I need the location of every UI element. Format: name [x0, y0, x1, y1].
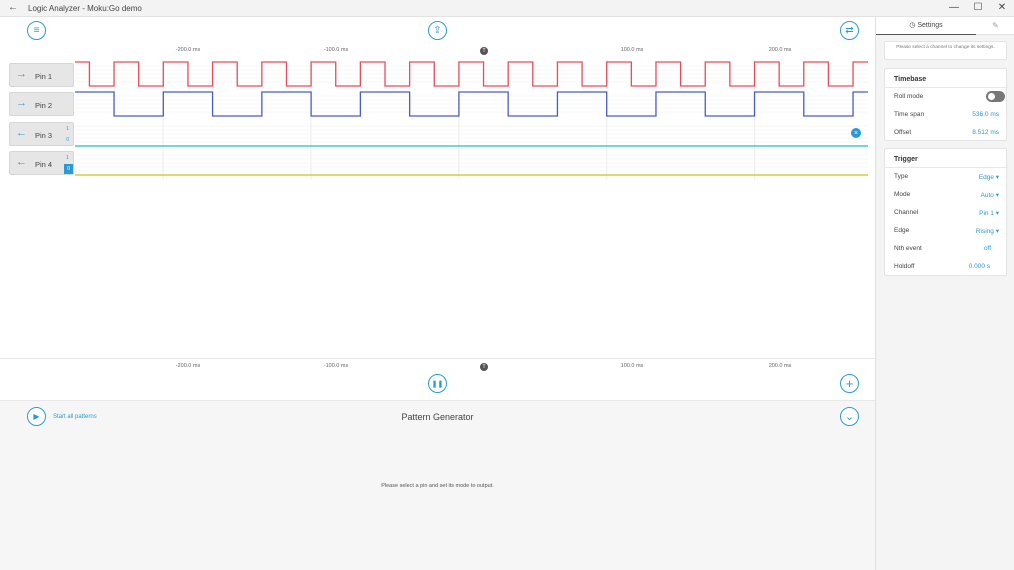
- holdoff-value[interactable]: 0.000 s: [969, 263, 990, 270]
- settings-sidebar: ◷ Settings ✎ Please select a channel to …: [875, 17, 1014, 570]
- mode-dropdown[interactable]: Auto ▾: [981, 191, 999, 199]
- time-axis-bottom: -200.0 ms -100.0 ms T 100.0 ms 200.0 ms: [75, 363, 868, 373]
- trigger-marker-icon[interactable]: T: [480, 363, 488, 371]
- offset-row: Offset 8.512 ms: [894, 129, 999, 141]
- offset-label: Offset: [894, 129, 912, 136]
- trigger-card: Trigger Type Edge ▾ Mode Auto ▾ Channel …: [884, 148, 1008, 276]
- nth-event-value[interactable]: off: [984, 245, 991, 252]
- roll-mode-toggle[interactable]: [986, 91, 1005, 102]
- time-span-row: Time span 536.0 ms: [894, 111, 999, 123]
- minimize-button[interactable]: —: [942, 0, 966, 17]
- divider: [0, 358, 875, 359]
- channel-label: Channel: [894, 209, 919, 216]
- divider: [885, 167, 1008, 168]
- maximize-button[interactable]: ☐: [966, 0, 990, 17]
- tick-label: -100.0 ms: [323, 47, 349, 53]
- cloud-upload-icon[interactable]: ⇪: [428, 21, 447, 40]
- offset-value[interactable]: 8.512 ms: [972, 129, 999, 136]
- trigger-nth-row: Nth event off: [894, 245, 999, 257]
- clock-icon: ◷: [909, 22, 916, 29]
- sidebar-tabs: ◷ Settings ✎: [876, 17, 1014, 35]
- main-panel: ≡ ⇪ ⇄ -200.0 ms -100.0 ms T 100.0 ms 200…: [0, 17, 875, 570]
- tick-label: -200.0 ms: [175, 47, 201, 53]
- pin-4-button[interactable]: ← Pin 4 1 0: [9, 151, 74, 175]
- pin-1-button[interactable]: → Pin 1: [9, 63, 74, 87]
- empty-message: Please select a pin and set its mode to …: [381, 483, 494, 489]
- pause-button[interactable]: ❚❚: [428, 374, 447, 393]
- tab-settings-label: Settings: [917, 22, 943, 29]
- level-high-label: 1: [66, 126, 69, 132]
- time-span-label: Time span: [894, 111, 925, 118]
- collapse-icon[interactable]: ⌄: [840, 407, 859, 426]
- channel-dropdown[interactable]: Pin 1 ▾: [979, 209, 999, 217]
- arrow-right-icon: →: [16, 68, 27, 80]
- level-low-label: 0: [66, 137, 69, 143]
- waveform-plot[interactable]: [75, 60, 868, 180]
- level-high-label: 1: [66, 155, 69, 161]
- close-button[interactable]: ✕: [990, 0, 1014, 17]
- time-span-value[interactable]: 536.0 ms: [972, 111, 999, 118]
- arrow-left-icon: ←: [16, 127, 27, 139]
- timebase-card: Timebase Roll mode Time span 536.0 ms Of…: [884, 68, 1008, 141]
- divider: [885, 87, 1008, 88]
- back-arrow-icon[interactable]: ←: [8, 2, 18, 13]
- level-low-label: 0: [64, 164, 73, 174]
- window-title: Logic Analyzer - Moku:Go demo: [28, 4, 142, 13]
- pin-label: Pin 1: [35, 72, 53, 81]
- trigger-heading: Trigger: [894, 156, 918, 163]
- trigger-holdoff-row: Holdoff 0.000 s: [894, 263, 999, 275]
- edge-dropdown[interactable]: Rising ▾: [976, 227, 999, 235]
- swap-icon[interactable]: ⇄: [840, 21, 859, 40]
- pattern-generator-panel: ▶ Start all patterns Pattern Generator ⌄…: [0, 400, 875, 570]
- title-bar: ← Logic Analyzer - Moku:Go demo — ☐ ✕: [0, 0, 1014, 17]
- pin-2-button[interactable]: → Pin 2: [9, 92, 74, 116]
- pin-label: Pin 3: [35, 131, 53, 140]
- pattern-generator-title: Pattern Generator: [401, 412, 474, 422]
- tick-label: 100.0 ms: [620, 47, 644, 53]
- time-axis-top: -200.0 ms -100.0 ms T 100.0 ms 200.0 ms: [75, 47, 868, 57]
- roll-mode-row: Roll mode: [894, 91, 1005, 105]
- tick-label: 100.0 ms: [620, 363, 644, 369]
- pin-label: Pin 4: [35, 160, 53, 169]
- mode-label: Mode: [894, 191, 911, 198]
- tick-label: -200.0 ms: [175, 363, 201, 369]
- add-button[interactable]: +: [840, 374, 859, 393]
- trigger-edge-row: Edge Rising ▾: [894, 227, 999, 239]
- trigger-type-row: Type Edge ▾: [894, 173, 999, 185]
- edit-icon[interactable]: ✎: [976, 17, 1014, 35]
- pin-3-button[interactable]: ← Pin 3 1 0: [9, 122, 74, 146]
- trigger-marker-icon[interactable]: T: [480, 47, 488, 55]
- settings-hint: Please select a channel to change its se…: [884, 41, 1007, 60]
- trigger-channel-row: Channel Pin 1 ▾: [894, 209, 999, 221]
- trigger-mode-row: Mode Auto ▾: [894, 191, 999, 203]
- holdoff-label: Holdoff: [894, 263, 915, 270]
- cursor-close-icon[interactable]: ×: [851, 128, 861, 138]
- timebase-heading: Timebase: [894, 76, 927, 83]
- type-dropdown[interactable]: Edge ▾: [979, 173, 999, 181]
- tick-label: 200.0 ms: [768, 47, 792, 53]
- tab-settings[interactable]: ◷ Settings: [876, 17, 976, 35]
- nth-event-label: Nth event: [894, 245, 922, 252]
- menu-icon[interactable]: ≡: [27, 21, 46, 40]
- tick-label: -100.0 ms: [323, 363, 349, 369]
- edge-label: Edge: [894, 227, 910, 234]
- type-label: Type: [894, 173, 909, 180]
- pin-label: Pin 2: [35, 101, 53, 110]
- arrow-right-icon: →: [16, 97, 27, 109]
- roll-mode-label: Roll mode: [894, 93, 924, 100]
- tick-label: 200.0 ms: [768, 363, 792, 369]
- arrow-left-icon: ←: [16, 156, 27, 168]
